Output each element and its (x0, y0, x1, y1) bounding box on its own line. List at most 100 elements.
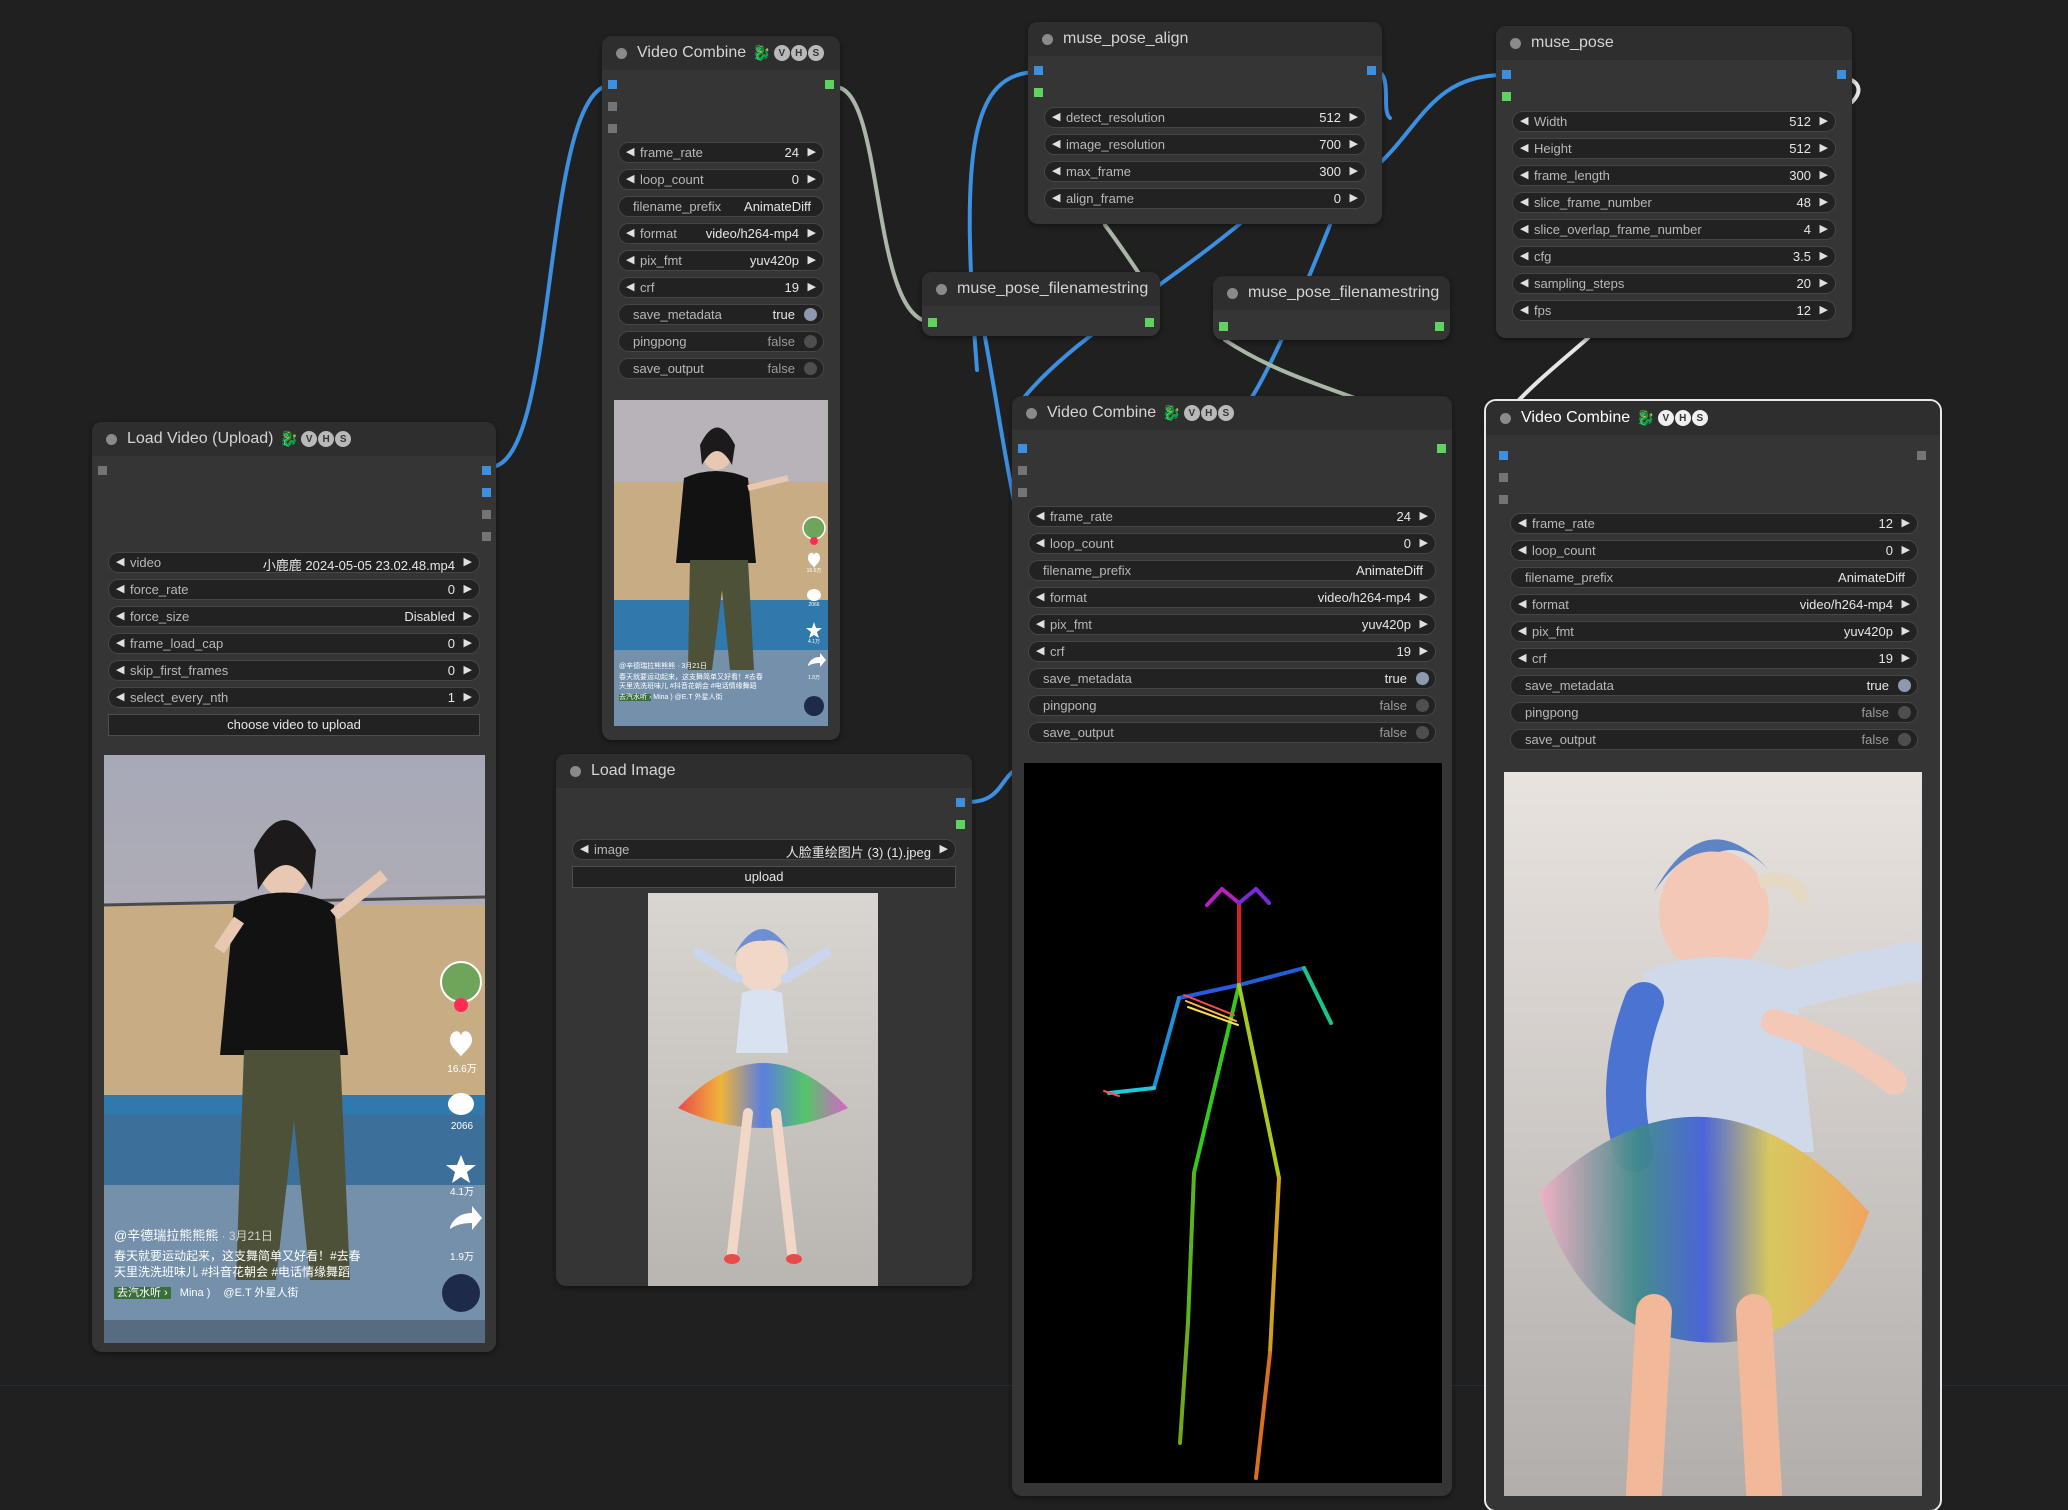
input-socket-filenames[interactable] (1219, 322, 1228, 331)
toggle-knob-icon[interactable] (1416, 672, 1429, 685)
widget-align-frame[interactable]: ◀ align_frame 0 ▶ (1044, 188, 1366, 209)
increment-arrow-icon[interactable]: ▶ (1820, 141, 1828, 154)
output-socket-string[interactable] (1145, 318, 1154, 327)
decrement-arrow-icon[interactable]: ◀ (626, 145, 634, 158)
node-title-bar[interactable]: Video Combine 🐉 V H S (1012, 396, 1452, 430)
toggle-knob-icon[interactable] (1416, 726, 1429, 739)
toggle-knob-icon[interactable] (1416, 699, 1429, 712)
widget-save-metadata[interactable]: save_metadata true (618, 304, 824, 325)
input-socket-ref-image[interactable] (1502, 70, 1511, 79)
widget-save-output[interactable]: save_output false (618, 358, 824, 379)
decrement-arrow-icon[interactable]: ◀ (116, 582, 124, 595)
node-filenamestring-2[interactable]: muse_pose_filenamestring (1213, 276, 1450, 340)
choose-video-upload-button[interactable]: choose video to upload (108, 714, 480, 736)
widget-slice-overlap-frame-number[interactable]: ◀ slice_overlap_frame_number 4 ▶ (1512, 219, 1836, 240)
decrement-arrow-icon[interactable]: ◀ (116, 555, 124, 568)
decrement-arrow-icon[interactable]: ◀ (116, 690, 124, 703)
output-socket-image[interactable] (956, 798, 965, 807)
toggle-knob-icon[interactable] (1898, 733, 1911, 746)
decrement-arrow-icon[interactable]: ◀ (1036, 509, 1044, 522)
widget-format[interactable]: ◀ format video/h264-mp4 ▶ (1028, 587, 1436, 608)
output-socket-filenames[interactable] (825, 80, 834, 89)
widget-pix-fmt[interactable]: ◀ pix_fmt yuv420p ▶ (1510, 621, 1918, 642)
decrement-arrow-icon[interactable]: ◀ (1036, 536, 1044, 549)
increment-arrow-icon[interactable]: ▶ (1820, 303, 1828, 316)
increment-arrow-icon[interactable]: ▶ (1820, 168, 1828, 181)
output-socket-pose[interactable] (1367, 66, 1376, 75)
collapse-dot-icon[interactable] (936, 283, 947, 295)
decrement-arrow-icon[interactable]: ◀ (1520, 303, 1528, 316)
output-socket-video-info[interactable] (482, 532, 491, 541)
output-socket-mask[interactable] (956, 820, 965, 829)
increment-arrow-icon[interactable]: ▶ (1420, 644, 1428, 657)
node-title-bar[interactable]: muse_pose (1496, 26, 1852, 60)
decrement-arrow-icon[interactable]: ◀ (1520, 249, 1528, 262)
decrement-arrow-icon[interactable]: ◀ (1052, 164, 1060, 177)
input-socket-meta[interactable] (1018, 488, 1027, 497)
input-socket-audio[interactable] (608, 102, 617, 111)
decrement-arrow-icon[interactable]: ◀ (1520, 276, 1528, 289)
increment-arrow-icon[interactable]: ▶ (1820, 114, 1828, 127)
decrement-arrow-icon[interactable]: ◀ (1520, 195, 1528, 208)
increment-arrow-icon[interactable]: ▶ (464, 582, 472, 595)
widget-pix-fmt[interactable]: ◀ pix_fmt yuv420p ▶ (1028, 614, 1436, 635)
increment-arrow-icon[interactable]: ▶ (1420, 509, 1428, 522)
node-load-video[interactable]: Load Video (Upload) 🐉 V H S ◀ video 小鹿鹿 20… (92, 422, 496, 1352)
decrement-arrow-icon[interactable]: ◀ (1520, 168, 1528, 181)
widget-frame-rate[interactable]: ◀ frame_rate 24 ▶ (618, 142, 824, 163)
widget-frame-rate[interactable]: ◀ frame_rate 24 ▶ (1028, 506, 1436, 527)
toggle-knob-icon[interactable] (804, 335, 817, 348)
output-socket-video[interactable] (1837, 70, 1846, 79)
widget-max-frame[interactable]: ◀ max_frame 300 ▶ (1044, 161, 1366, 182)
input-socket-meta[interactable] (98, 466, 107, 475)
widget-video[interactable]: ◀ video 小鹿鹿 2024-05-05 23.02.48.mp4 ▶ (108, 552, 480, 573)
collapse-dot-icon[interactable] (1026, 407, 1037, 419)
increment-arrow-icon[interactable]: ▶ (1350, 110, 1358, 123)
node-video-combine-3[interactable]: Video Combine 🐉 V H S ◀ frame_rate 12 ▶ ◀ lo… (1484, 399, 1942, 1510)
widget-slice-frame-number[interactable]: ◀ slice_frame_number 48 ▶ (1512, 192, 1836, 213)
collapse-dot-icon[interactable] (1042, 33, 1053, 45)
increment-arrow-icon[interactable]: ▶ (464, 636, 472, 649)
node-title-bar[interactable]: muse_pose_filenamestring (1213, 276, 1450, 310)
widget-width[interactable]: ◀ Width 512 ▶ (1512, 111, 1836, 132)
video-preview[interactable]: @辛德瑞拉熊熊熊 · 3月21日 春天就要运动起来，这支舞简单又好看！#去春 天… (614, 400, 828, 726)
widget-image-resolution[interactable]: ◀ image_resolution 700 ▶ (1044, 134, 1366, 155)
input-socket-images[interactable] (1499, 451, 1508, 460)
image-preview[interactable] (648, 893, 878, 1286)
increment-arrow-icon[interactable]: ▶ (1420, 536, 1428, 549)
increment-arrow-icon[interactable]: ▶ (1820, 276, 1828, 289)
node-title-bar[interactable]: muse_pose_align (1028, 22, 1382, 56)
widget-pix-fmt[interactable]: ◀ pix_fmt yuv420p ▶ (618, 250, 824, 271)
widget-frame-length[interactable]: ◀ frame_length 300 ▶ (1512, 165, 1836, 186)
pose-video-preview[interactable] (1024, 763, 1442, 1483)
decrement-arrow-icon[interactable]: ◀ (116, 636, 124, 649)
widget-image[interactable]: ◀ image 人脸重绘图片 (3) (1).jpeg ▶ (572, 839, 956, 860)
widget-fps[interactable]: ◀ fps 12 ▶ (1512, 300, 1836, 321)
input-socket-filenames[interactable] (928, 318, 937, 327)
node-filenamestring-1[interactable]: muse_pose_filenamestring (922, 272, 1160, 336)
decrement-arrow-icon[interactable]: ◀ (1518, 651, 1526, 664)
node-muse-pose[interactable]: muse_pose ◀ Width 512 ▶ ◀ Height 512 ▶ ◀ frame_… (1496, 26, 1852, 338)
widget-crf[interactable]: ◀ crf 19 ▶ (1510, 648, 1918, 669)
result-video-preview[interactable] (1504, 772, 1922, 1496)
increment-arrow-icon[interactable]: ▶ (808, 280, 816, 293)
node-title-bar[interactable]: Video Combine 🐉 V H S (602, 36, 840, 70)
increment-arrow-icon[interactable]: ▶ (808, 172, 816, 185)
node-title-bar[interactable]: muse_pose_filenamestring (922, 272, 1160, 306)
widget-filename-prefix[interactable]: filename_prefix AnimateDiff (1028, 560, 1436, 581)
widget-pingpong[interactable]: pingpong false (1028, 695, 1436, 716)
increment-arrow-icon[interactable]: ▶ (1820, 222, 1828, 235)
output-socket-frame-count[interactable] (482, 488, 491, 497)
widget-select-every-nth[interactable]: ◀ select_every_nth 1 ▶ (108, 687, 480, 708)
widget-frame-rate[interactable]: ◀ frame_rate 12 ▶ (1510, 513, 1918, 534)
decrement-arrow-icon[interactable]: ◀ (1518, 597, 1526, 610)
decrement-arrow-icon[interactable]: ◀ (1052, 137, 1060, 150)
decrement-arrow-icon[interactable]: ◀ (1518, 624, 1526, 637)
decrement-arrow-icon[interactable]: ◀ (626, 280, 634, 293)
decrement-arrow-icon[interactable]: ◀ (1518, 516, 1526, 529)
widget-format[interactable]: ◀ format video/h264-mp4 ▶ (618, 223, 824, 244)
widget-filename-prefix[interactable]: filename_prefix AnimateDiff (1510, 567, 1918, 588)
decrement-arrow-icon[interactable]: ◀ (1052, 191, 1060, 204)
node-title-bar[interactable]: Video Combine 🐉 V H S (1486, 401, 1940, 435)
input-socket-ref-image[interactable] (1034, 66, 1043, 75)
